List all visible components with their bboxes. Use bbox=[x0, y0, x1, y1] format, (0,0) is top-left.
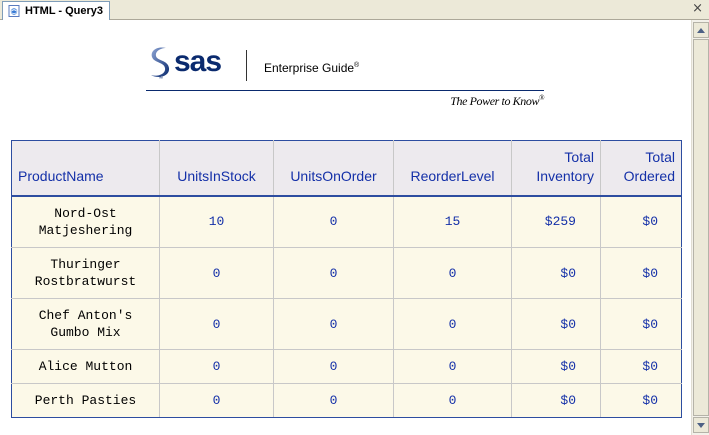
report-viewer: ™ sas Enterprise Guide® The Power to Kno… bbox=[0, 20, 691, 435]
units-on-order-cell: 0 bbox=[273, 195, 394, 248]
col-header-productname: ProductName bbox=[11, 140, 160, 197]
product-name: Enterprise Guide® bbox=[264, 61, 360, 75]
table-row: Chef Anton's Gumbo Mix 0 0 0 $0 $0 bbox=[11, 298, 682, 350]
product-name-cell: Chef Anton's Gumbo Mix bbox=[11, 298, 160, 350]
sas-logo: ™ sas bbox=[146, 45, 236, 81]
table-row: Thuringer Rostbratwurst 0 0 0 $0 $0 bbox=[11, 247, 682, 299]
units-on-order-cell: 0 bbox=[273, 383, 394, 418]
reorder-level-cell: 0 bbox=[393, 383, 512, 418]
total-inventory-cell: $0 bbox=[511, 247, 601, 299]
units-in-stock-cell: 0 bbox=[159, 247, 274, 299]
units-in-stock-cell: 0 bbox=[159, 383, 274, 418]
reorder-level-cell: 0 bbox=[393, 349, 512, 384]
col-header-total-ordered: Total Ordered bbox=[600, 140, 682, 197]
product-name-cell: Thuringer Rostbratwurst bbox=[11, 247, 160, 299]
sas-wordmark: sas bbox=[174, 45, 222, 78]
col-header-total-inventory: Total Inventory bbox=[511, 140, 601, 197]
total-ordered-cell: $0 bbox=[600, 247, 682, 299]
reorder-level-cell: 0 bbox=[393, 298, 512, 350]
arrow-down-icon bbox=[697, 422, 705, 428]
units-on-order-cell: 0 bbox=[273, 298, 394, 350]
table-row: Nord-Ost Matjeshering 10 0 15 $259 $0 bbox=[11, 195, 682, 248]
sas-banner: ™ sas Enterprise Guide® The Power to Kno… bbox=[146, 45, 546, 115]
sas-swirl-icon: ™ bbox=[151, 47, 170, 81]
units-in-stock-cell: 10 bbox=[159, 195, 274, 248]
table-row: Alice Mutton 0 0 0 $0 $0 bbox=[11, 349, 682, 384]
vertical-scrollbar[interactable] bbox=[691, 20, 709, 435]
units-in-stock-cell: 0 bbox=[159, 349, 274, 384]
table-row: Perth Pasties 0 0 0 $0 $0 bbox=[11, 383, 682, 418]
total-inventory-cell: $0 bbox=[511, 383, 601, 418]
total-ordered-cell: $0 bbox=[600, 195, 682, 248]
total-ordered-cell: $0 bbox=[600, 383, 682, 418]
scroll-up-button[interactable] bbox=[693, 22, 709, 38]
total-inventory-cell: $259 bbox=[511, 195, 601, 248]
units-on-order-cell: 0 bbox=[273, 247, 394, 299]
total-inventory-cell: $0 bbox=[511, 349, 601, 384]
report-table: ProductName UnitsInStock UnitsOnOrder Re… bbox=[11, 140, 682, 418]
banner-rule bbox=[146, 90, 544, 91]
tab-label: HTML - Query3 bbox=[25, 5, 104, 17]
tab-bar: HTML - Query3 × bbox=[0, 0, 709, 20]
svg-text:™: ™ bbox=[158, 76, 163, 81]
tagline: The Power to Know® bbox=[450, 94, 544, 108]
product-name-cell: Alice Mutton bbox=[11, 349, 160, 384]
col-header-unitsinstock: UnitsInStock bbox=[159, 140, 274, 197]
product-name-cell: Perth Pasties bbox=[11, 383, 160, 418]
header-row: ProductName UnitsInStock UnitsOnOrder Re… bbox=[11, 140, 682, 197]
scrollbar-thumb[interactable] bbox=[693, 39, 709, 416]
reorder-level-cell: 15 bbox=[393, 195, 512, 248]
html-document-icon bbox=[8, 5, 20, 17]
reorder-level-cell: 0 bbox=[393, 247, 512, 299]
total-inventory-cell: $0 bbox=[511, 298, 601, 350]
close-icon[interactable]: × bbox=[692, 2, 703, 16]
product-name-cell: Nord-Ost Matjeshering bbox=[11, 195, 160, 248]
total-ordered-cell: $0 bbox=[600, 298, 682, 350]
banner-divider bbox=[246, 50, 247, 81]
tab-html-query3[interactable]: HTML - Query3 bbox=[2, 1, 111, 20]
scroll-down-button[interactable] bbox=[693, 417, 709, 433]
total-ordered-cell: $0 bbox=[600, 349, 682, 384]
col-header-unitsonorder: UnitsOnOrder bbox=[273, 140, 394, 197]
units-on-order-cell: 0 bbox=[273, 349, 394, 384]
units-in-stock-cell: 0 bbox=[159, 298, 274, 350]
col-header-reorderlevel: ReorderLevel bbox=[393, 140, 512, 197]
arrow-up-icon bbox=[697, 27, 705, 33]
